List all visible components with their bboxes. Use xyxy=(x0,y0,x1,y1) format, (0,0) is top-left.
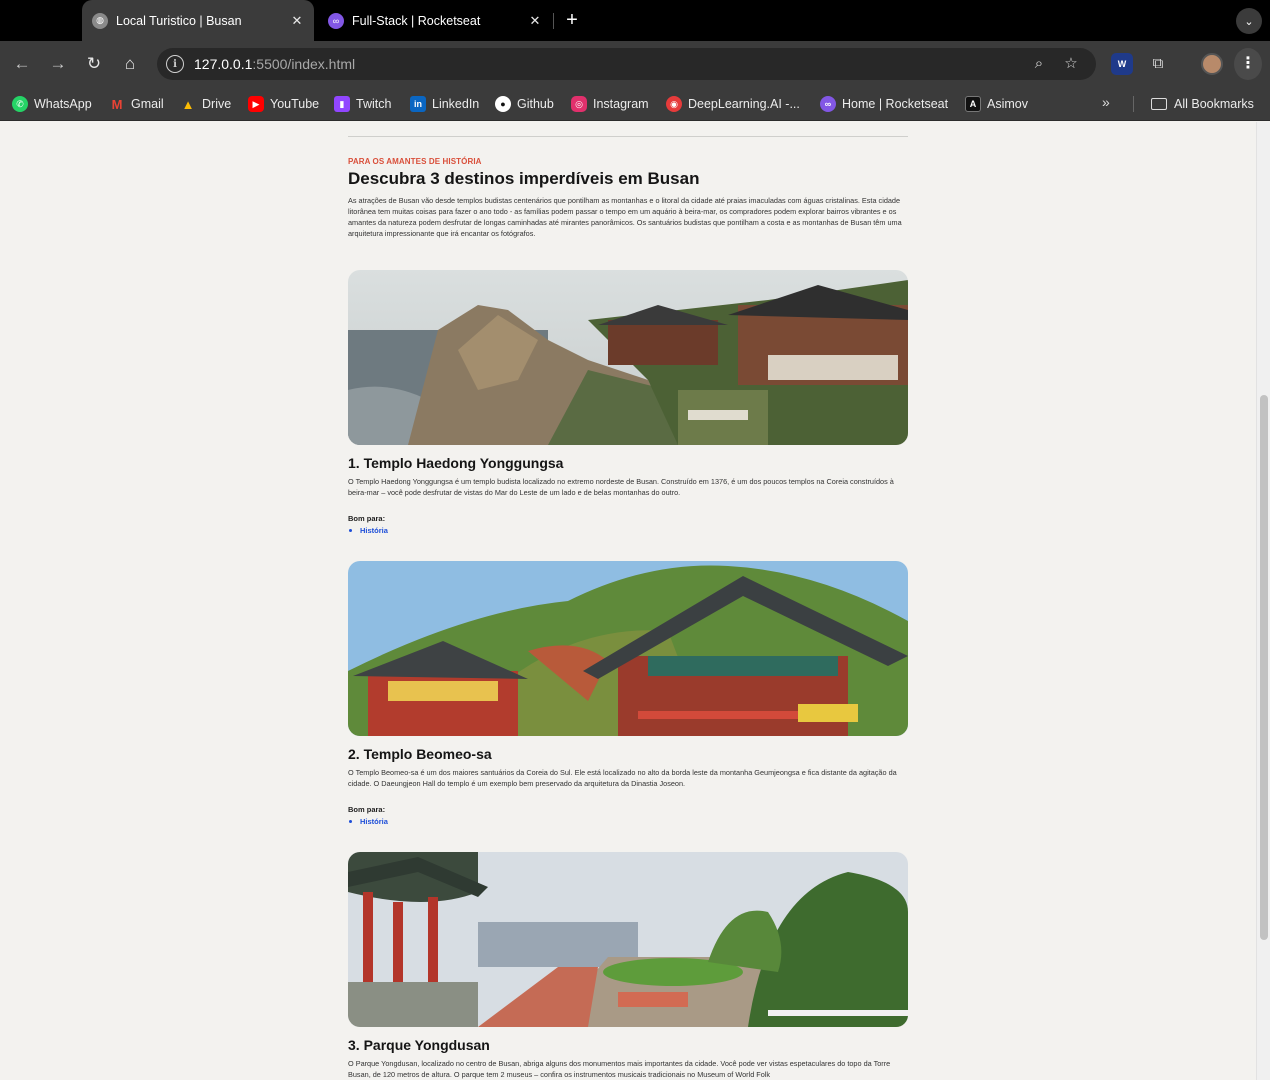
destination-description: O Parque Yongdusan, localizado no centro… xyxy=(348,1059,891,1079)
deeplearning-icon: ◉ xyxy=(666,96,682,112)
rocketseat-icon: ∞ xyxy=(820,96,836,112)
url-path: :5500/index.html xyxy=(252,56,356,72)
good-for-tag[interactable]: História xyxy=(348,526,388,535)
bookmarks-separator xyxy=(1133,96,1134,112)
browser-toolbar: ← → ↻ ⌂ i 127.0.0.1:5500/index.html ⌕ ☆ … xyxy=(0,41,1270,87)
bookmark-label: LinkedIn xyxy=(432,97,480,111)
bookmark-rocketseat[interactable]: ∞ Home | Rocketseat xyxy=(820,95,948,113)
new-tab-button[interactable]: + xyxy=(562,8,582,32)
tab-separator xyxy=(553,13,554,29)
good-for-list: História xyxy=(348,817,388,826)
address-bar[interactable]: i 127.0.0.1:5500/index.html ⌕ ☆ xyxy=(157,48,1096,80)
bookmarks-bar: ✆ WhatsApp M Gmail ▲ Drive ▶ YouTube ▮ T… xyxy=(0,87,1270,121)
url-host: 127.0.0.1 xyxy=(194,56,253,72)
bookmark-whatsapp[interactable]: ✆ WhatsApp xyxy=(12,95,92,113)
whatsapp-icon: ✆ xyxy=(12,96,28,112)
tab-rocketseat[interactable]: ∞ Full-Stack | Rocketseat ✕ xyxy=(318,0,552,41)
tab-title: Full-Stack | Rocketseat xyxy=(352,13,481,28)
destination-title: 1. Templo Haedong Yonggungsa xyxy=(348,455,564,471)
good-for-label: Bom para: xyxy=(348,805,386,814)
tab-title: Local Turistico | Busan xyxy=(116,13,242,28)
bookmark-drive[interactable]: ▲ Drive xyxy=(180,95,232,113)
bookmark-twitch[interactable]: ▮ Twitch xyxy=(334,95,391,113)
folder-icon xyxy=(1151,98,1167,110)
bookmark-gmail[interactable]: M Gmail xyxy=(109,95,164,113)
all-bookmarks-label: All Bookmarks xyxy=(1174,97,1254,111)
tab-strip: ◍ Local Turistico | Busan ✕ ∞ Full-Stack… xyxy=(0,0,1270,41)
destination-description: O Templo Haedong Yonggungsa é um templo … xyxy=(348,477,894,497)
bookmark-deeplearning[interactable]: ◉ DeepLearning.AI -... xyxy=(666,95,800,113)
tab-local-turistico[interactable]: ◍ Local Turistico | Busan ✕ xyxy=(82,0,314,41)
good-for-label: Bom para: xyxy=(348,514,386,523)
instagram-icon: ◎ xyxy=(571,96,587,112)
destination-description: O Templo Beomeo-sa é um dos maiores sant… xyxy=(348,768,897,788)
all-bookmarks-folder[interactable]: All Bookmarks xyxy=(1151,95,1254,113)
reload-button[interactable]: ↻ xyxy=(82,52,106,76)
page-title: Descubra 3 destinos imperdíveis em Busan xyxy=(348,169,700,188)
destination-title: 3. Parque Yongdusan xyxy=(348,1037,490,1053)
globe-icon: ◍ xyxy=(92,12,108,29)
section-eyebrow: PARA OS AMANTES DE HISTÓRIA xyxy=(348,157,482,166)
bookmark-github[interactable]: ● Github xyxy=(495,95,554,113)
bookmark-instagram[interactable]: ◎ Instagram xyxy=(571,95,649,113)
page-scrollbar[interactable] xyxy=(1256,122,1270,1080)
bookmark-label: Github xyxy=(517,97,554,111)
intro-paragraph: As atrações de Busan vão desde templos b… xyxy=(348,196,902,238)
destination-photo-yongdusan-park xyxy=(348,852,908,1027)
back-button[interactable]: ← xyxy=(10,52,34,76)
section-divider xyxy=(348,136,908,137)
home-button[interactable]: ⌂ xyxy=(118,52,142,76)
bookmark-star-icon[interactable]: ☆ xyxy=(1062,55,1080,73)
extensions-puzzle-icon[interactable]: ⧉ xyxy=(1147,53,1169,75)
close-tab-icon[interactable]: ✕ xyxy=(524,13,546,29)
bookmark-label: Twitch xyxy=(356,97,392,111)
bookmark-label: Gmail xyxy=(131,97,164,111)
browser-menu-button[interactable]: ⋮ xyxy=(1234,48,1262,80)
w-extension-icon[interactable]: W xyxy=(1111,53,1133,75)
bookmark-label: DeepLearning.AI -... xyxy=(688,97,800,111)
bookmark-label: Instagram xyxy=(593,97,649,111)
bookmark-label: Drive xyxy=(202,97,232,111)
bookmark-youtube[interactable]: ▶ YouTube xyxy=(248,95,319,113)
page-viewport: PARA OS AMANTES DE HISTÓRIA Descubra 3 d… xyxy=(0,122,1256,1080)
gmail-icon: M xyxy=(111,96,123,112)
linkedin-icon: in xyxy=(410,96,426,112)
good-for-tag[interactable]: História xyxy=(348,817,388,826)
rocketseat-icon: ∞ xyxy=(328,12,344,29)
bookmark-label: Home | Rocketseat xyxy=(842,97,949,111)
bookmark-linkedin[interactable]: in LinkedIn xyxy=(410,95,479,113)
destination-photo-beomeo-sa xyxy=(348,561,908,736)
forward-button[interactable]: → xyxy=(46,52,70,76)
destination-title: 2. Templo Beomeo-sa xyxy=(348,746,492,762)
site-info-icon[interactable]: i xyxy=(166,55,184,73)
tab-search-button[interactable]: ⌄ xyxy=(1236,8,1262,34)
good-for-list: História xyxy=(348,526,388,535)
close-tab-icon[interactable]: ✕ xyxy=(286,13,308,29)
asimov-icon: A xyxy=(965,96,981,112)
bookmark-asimov[interactable]: A Asimov xyxy=(965,95,1028,113)
scrollbar-thumb[interactable] xyxy=(1260,395,1268,940)
github-icon: ● xyxy=(495,96,511,112)
twitch-icon: ▮ xyxy=(334,96,350,112)
profile-avatar[interactable] xyxy=(1201,53,1223,75)
youtube-icon: ▶ xyxy=(248,96,264,112)
bookmark-label: YouTube xyxy=(270,97,320,111)
destination-photo-haedong-yonggungsa xyxy=(348,270,908,445)
bookmark-label: Asimov xyxy=(987,97,1028,111)
zoom-icon[interactable]: ⌕ xyxy=(1030,55,1048,73)
drive-icon: ▲ xyxy=(181,96,195,112)
more-bookmarks-icon[interactable]: » xyxy=(1102,94,1110,110)
bookmark-label: WhatsApp xyxy=(34,97,92,111)
